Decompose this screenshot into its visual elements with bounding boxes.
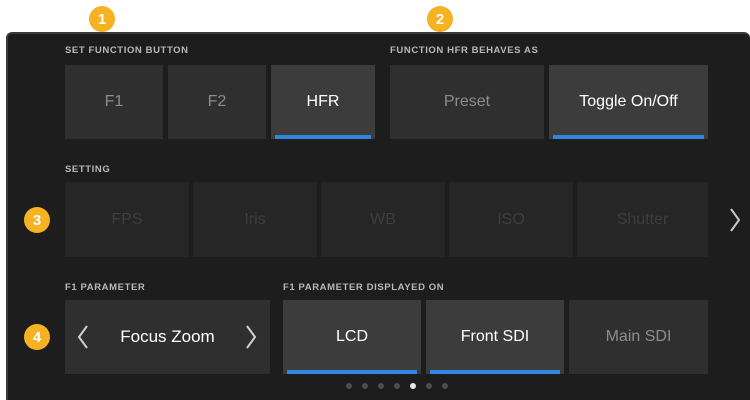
display-front-sdi-button[interactable]: Front SDI [426, 300, 564, 374]
function-button-f2[interactable]: F2 [168, 65, 266, 139]
callout-1: 1 [89, 6, 115, 32]
function-button-hfr[interactable]: HFR [271, 65, 375, 139]
function-button-f1[interactable]: F1 [65, 65, 163, 139]
chevron-left-icon[interactable] [76, 323, 90, 351]
chevron-right-icon[interactable] [728, 206, 742, 234]
page-dot[interactable] [426, 383, 432, 389]
page-dot[interactable] [378, 383, 384, 389]
page-dot-current[interactable] [410, 383, 416, 389]
callout-4: 4 [24, 324, 50, 350]
setting-label: SETTING [65, 164, 111, 175]
setting-iso[interactable]: ISO [449, 182, 573, 257]
f1-parameter-value: Focus Zoom [120, 327, 215, 346]
setting-iris[interactable]: Iris [193, 182, 317, 257]
f1-parameter-selector: Focus Zoom [65, 300, 270, 374]
hfr-toggle-button[interactable]: Toggle On/Off [549, 65, 708, 139]
hfr-preset-button[interactable]: Preset [390, 65, 544, 139]
hfr-behaves-as-label: FUNCTION HFR BEHAVES AS [390, 45, 539, 56]
page-dot[interactable] [346, 383, 352, 389]
setting-shutter[interactable]: Shutter [577, 182, 708, 257]
display-lcd-button[interactable]: LCD [283, 300, 421, 374]
page-dot[interactable] [362, 383, 368, 389]
display-main-sdi-button[interactable]: Main SDI [569, 300, 708, 374]
f1-displayed-on-label: F1 PARAMETER DISPLAYED ON [283, 282, 445, 293]
f1-parameter-label: F1 PARAMETER [65, 282, 146, 293]
callout-3: 3 [24, 207, 50, 233]
page-dot[interactable] [442, 383, 448, 389]
chevron-right-icon[interactable] [244, 323, 258, 351]
page-dot[interactable] [394, 383, 400, 389]
setting-wb[interactable]: WB [321, 182, 445, 257]
setting-fps[interactable]: FPS [65, 182, 189, 257]
set-function-button-label: SET FUNCTION BUTTON [65, 45, 189, 56]
callout-2: 2 [427, 6, 453, 32]
